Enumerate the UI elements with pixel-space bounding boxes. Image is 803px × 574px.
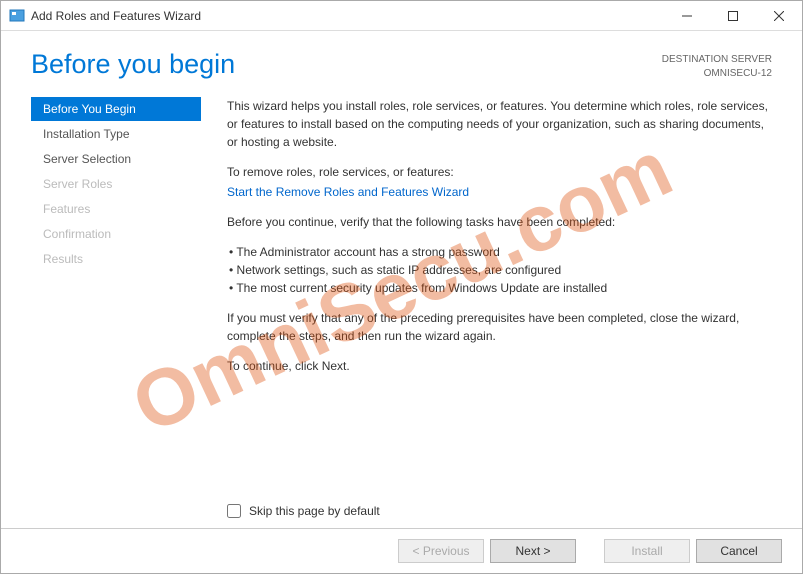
sidebar: Before You Begin Installation Type Serve… xyxy=(31,93,201,528)
dest-name: OMNISECU-12 xyxy=(662,67,772,81)
footer: < Previous Next > Install Cancel xyxy=(1,528,802,573)
maximize-button[interactable] xyxy=(710,1,756,31)
page-title: Before you begin xyxy=(31,49,662,80)
titlebar: Add Roles and Features Wizard xyxy=(1,1,802,31)
cancel-button[interactable]: Cancel xyxy=(696,539,782,563)
sidebar-item-features: Features xyxy=(31,197,201,221)
prereq-list: The Administrator account has a strong p… xyxy=(227,243,772,297)
install-button: Install xyxy=(604,539,690,563)
dest-label: DESTINATION SERVER xyxy=(662,53,772,67)
sidebar-item-confirmation: Confirmation xyxy=(31,222,201,246)
verify-label: Before you continue, verify that the fol… xyxy=(227,213,772,231)
skip-label: Skip this page by default xyxy=(249,502,380,520)
sidebar-item-server-selection[interactable]: Server Selection xyxy=(31,147,201,171)
list-item: Network settings, such as static IP addr… xyxy=(227,261,772,279)
sidebar-item-installation-type[interactable]: Installation Type xyxy=(31,122,201,146)
list-item: The most current security updates from W… xyxy=(227,279,772,297)
sidebar-item-server-roles: Server Roles xyxy=(31,172,201,196)
sidebar-item-results: Results xyxy=(31,247,201,271)
remove-wizard-link[interactable]: Start the Remove Roles and Features Wiza… xyxy=(227,185,469,199)
close-note: If you must verify that any of the prece… xyxy=(227,309,772,345)
previous-button: < Previous xyxy=(398,539,484,563)
remove-label: To remove roles, role services, or featu… xyxy=(227,163,772,181)
sidebar-item-before-you-begin[interactable]: Before You Begin xyxy=(31,97,201,121)
window-controls xyxy=(664,1,802,31)
main-content: This wizard helps you install roles, rol… xyxy=(201,93,772,528)
skip-checkbox-row: Skip this page by default xyxy=(227,502,380,520)
list-item: The Administrator account has a strong p… xyxy=(227,243,772,261)
header: Before you begin DESTINATION SERVER OMNI… xyxy=(1,31,802,93)
destination-server: DESTINATION SERVER OMNISECU-12 xyxy=(662,49,772,81)
intro-text: This wizard helps you install roles, rol… xyxy=(227,97,772,151)
app-icon xyxy=(9,8,25,24)
minimize-button[interactable] xyxy=(664,1,710,31)
skip-checkbox[interactable] xyxy=(227,504,241,518)
next-button[interactable]: Next > xyxy=(490,539,576,563)
window-title: Add Roles and Features Wizard xyxy=(31,9,664,23)
continue-note: To continue, click Next. xyxy=(227,357,772,375)
close-button[interactable] xyxy=(756,1,802,31)
